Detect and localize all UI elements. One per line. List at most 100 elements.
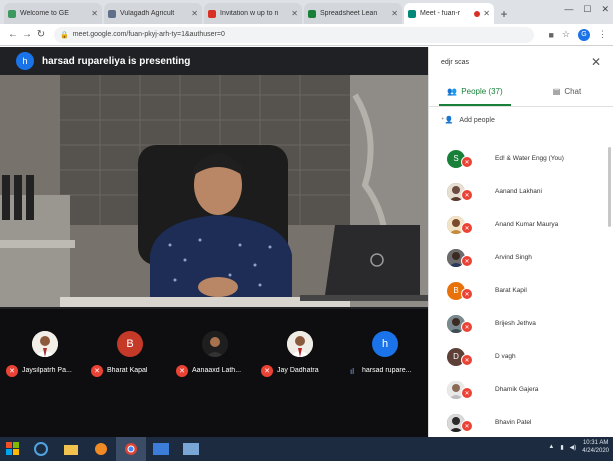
participant-name: Aanand Lakhani (495, 188, 542, 195)
forward-arrow-icon[interactable]: → (20, 29, 34, 40)
browser-tab-4[interactable]: Spreadsheet Lean ✕ (304, 3, 402, 24)
participant-photo (202, 331, 228, 357)
participant-tile[interactable]: ✕ Aanaaxd Lath... (176, 331, 254, 381)
browser-tab-3[interactable]: Invitation w up to n ✕ (204, 3, 302, 24)
mic-off-icon: ✕ (461, 354, 473, 366)
app-window-icon (153, 443, 169, 455)
windows-taskbar: ▲ ▮ ◀) 10:31 AM 4/24/2020 (0, 437, 613, 461)
participant-photo (32, 331, 58, 357)
tab-people[interactable]: 👥 People (37) (429, 77, 521, 106)
windows-logo-icon (6, 442, 19, 455)
close-tab-icon[interactable]: ✕ (483, 9, 490, 18)
add-people-button[interactable]: ⁺👤 Add people (429, 107, 613, 133)
mic-off-icon: ✕ (461, 387, 473, 399)
close-tab-icon[interactable]: ✕ (291, 9, 298, 18)
participant-name: Anand Kumar Maurya (495, 221, 559, 228)
mic-off-icon: ✕ (461, 321, 473, 333)
presenter-video-image (0, 75, 428, 307)
browser-toolbar: ← → ↻ 🔒 meet.google.com/fuan-pkyj-arh-ty… (0, 24, 613, 46)
back-arrow-icon[interactable]: ← (6, 29, 20, 40)
minimize-icon[interactable]: — (564, 4, 573, 15)
mic-on-icon: ıl (350, 366, 354, 376)
network-icon[interactable]: ▮ (560, 444, 563, 451)
panel-title: edjr scas (441, 58, 470, 66)
taskbar-chrome-icon[interactable] (116, 437, 146, 461)
participant-name: Arvind Singh (495, 254, 532, 261)
close-tab-icon[interactable]: ✕ (191, 9, 198, 18)
tray-arrow-icon[interactable]: ▲ (548, 444, 554, 450)
new-tab-button[interactable]: + (496, 3, 512, 24)
meet-stage: h harsad rupareliya is presenting ✕ Jays… (0, 47, 428, 437)
browser-tab-2[interactable]: Vulagadh Agricult ✕ (104, 3, 202, 24)
menu-icon[interactable]: ⋮ (598, 29, 607, 40)
participant-tile[interactable]: ✕ Jay Dadhatra (261, 331, 339, 381)
participant-row[interactable]: B ✕ Barat Kapil (429, 274, 613, 307)
close-tab-icon[interactable]: ✕ (391, 9, 398, 18)
presenter-avatar: h (16, 52, 34, 70)
browser-tab-meet[interactable]: Meet - fuan-r ✕ (404, 3, 494, 24)
participant-row[interactable]: ✕ Arvind Singh (429, 241, 613, 274)
participant-name: Barat Kapil (495, 287, 527, 294)
system-tray: ▲ ▮ ◀) 10:31 AM 4/24/2020 (548, 439, 609, 455)
taskbar-app2-icon[interactable] (176, 437, 206, 461)
start-button[interactable] (0, 437, 26, 461)
clock[interactable]: 10:31 AM 4/24/2020 (582, 439, 609, 455)
participant-list: S ✕ Ed! & Water Engg (You) ✕ Aanand Lakh… (429, 142, 613, 439)
participant-row[interactable]: ✕ Aanand Lakhani (429, 175, 613, 208)
reload-icon[interactable]: ↻ (34, 29, 48, 40)
people-panel: edjr scas ✕ 👥 People (37) ▤ Chat ⁺👤 Add … (428, 47, 613, 437)
volume-icon[interactable]: ◀) (570, 444, 577, 451)
participant-name: Bhavin Patel (495, 419, 532, 426)
mic-off-icon: ✕ (461, 222, 473, 234)
people-icon: 👥 (447, 87, 458, 96)
url-text: meet.google.com/fuan-pkyj-arh-ty=1&authu… (72, 31, 225, 38)
participant-name: Aanaaxd Lath... (192, 367, 242, 374)
mic-off-icon: ✕ (461, 288, 473, 300)
add-person-icon: ⁺👤 (441, 117, 454, 124)
close-icon[interactable]: ✕ (591, 55, 601, 69)
taskbar-ie-icon[interactable] (26, 437, 56, 461)
mic-off-icon: ✕ (461, 255, 473, 267)
person-silhouette-icon (287, 331, 313, 357)
close-tab-icon[interactable]: ✕ (91, 9, 98, 18)
participant-row[interactable]: ✕ Bhavin Patel (429, 406, 613, 439)
participant-name: D vagh (495, 353, 516, 360)
participant-name: Ed! & Water Engg (You) (495, 155, 564, 162)
star-icon[interactable]: ☆ (562, 29, 570, 40)
participant-row[interactable]: S ✕ Ed! & Water Engg (You) (429, 142, 613, 175)
mic-off-icon: ✕ (176, 365, 188, 377)
tab-people-label: People (37) (461, 87, 503, 96)
address-bar[interactable]: 🔒 meet.google.com/fuan-pkyj-arh-ty=1&aut… (54, 26, 535, 43)
panel-header: edjr scas ✕ (429, 47, 613, 77)
mic-off-icon: ✕ (261, 365, 273, 377)
tab-chat[interactable]: ▤ Chat (521, 77, 613, 106)
participant-tile[interactable]: h ıl harsad rupare... (346, 331, 424, 381)
tab-favicon-icon (8, 9, 16, 18)
maximize-icon[interactable]: ☐ (583, 4, 591, 15)
participant-tile[interactable]: B ✕ Bharat Kapal (91, 331, 169, 381)
panel-scrollbar[interactable] (608, 147, 611, 227)
camera-icon[interactable]: ■ (548, 30, 553, 40)
taskbar-app-icon[interactable] (146, 437, 176, 461)
participant-tile[interactable]: ✕ Jaysilpatrh Pa... (6, 331, 84, 381)
participant-tiles-strip: ✕ Jaysilpatrh Pa... B ✕ Bharat Kapal ✕ A… (0, 309, 428, 437)
taskbar-explorer-icon[interactable] (56, 437, 86, 461)
recording-dot-icon (474, 10, 481, 17)
participant-row[interactable]: D ✕ D vagh (429, 340, 613, 373)
add-people-label: Add people (459, 116, 495, 124)
taskbar-media-icon[interactable] (86, 437, 116, 461)
close-window-icon[interactable]: ✕ (601, 4, 609, 15)
participant-row[interactable]: ✕ Brijesh Jethva (429, 307, 613, 340)
participant-row[interactable]: ✕ Dhamik Gajera (429, 373, 613, 406)
participant-row[interactable]: ✕ Anand Kumar Maurya (429, 208, 613, 241)
presenter-text: harsad rupareliya is presenting (42, 55, 191, 67)
participant-name: Jaysilpatrh Pa... (22, 367, 72, 374)
profile-avatar[interactable]: G (578, 28, 590, 41)
mic-off-icon: ✕ (461, 156, 473, 168)
mic-off-icon: ✕ (461, 189, 473, 201)
browser-tab-1[interactable]: Welcome to GE ✕ (4, 3, 102, 24)
person-silhouette-icon (202, 331, 228, 357)
media-player-icon (95, 443, 107, 455)
tab-favicon-icon (208, 9, 216, 18)
participant-name: Brijesh Jethva (495, 320, 536, 327)
